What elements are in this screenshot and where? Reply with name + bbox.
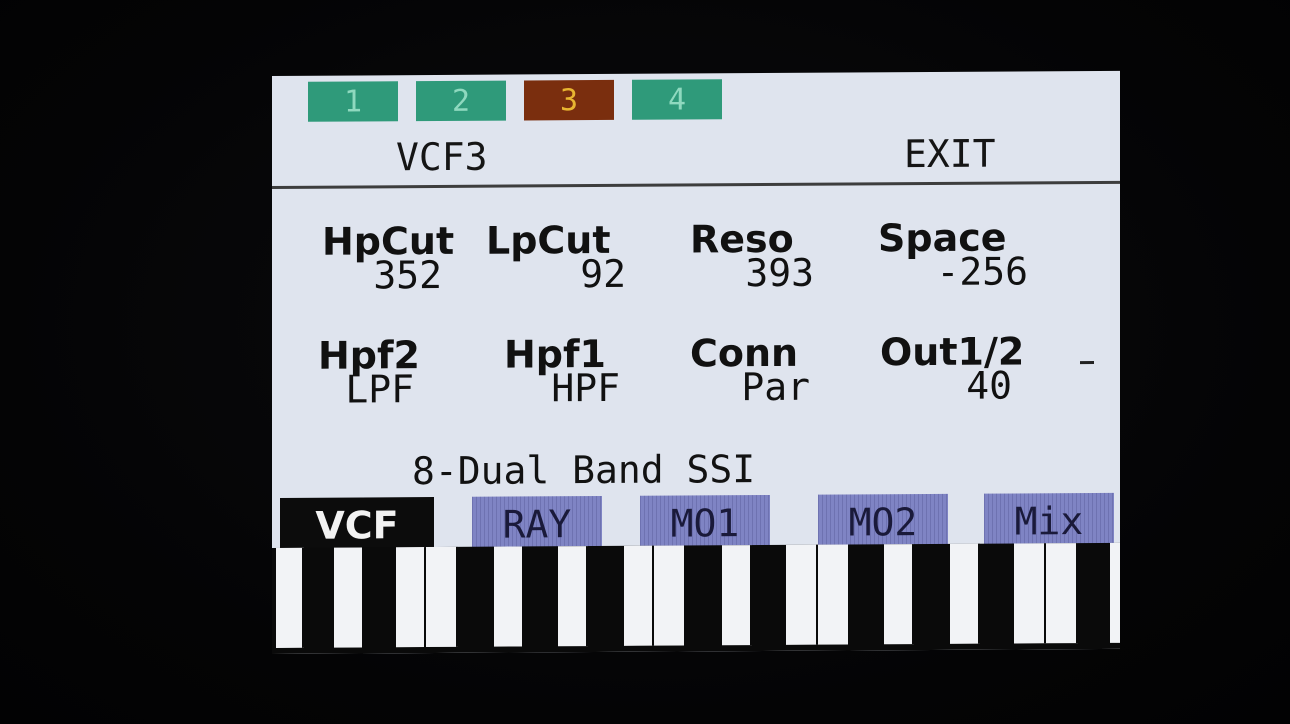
param-value: HPF <box>551 365 620 411</box>
piano-key[interactable] <box>722 545 752 646</box>
scroll-marker <box>1080 360 1094 365</box>
piano-key[interactable] <box>624 545 654 646</box>
tab-2[interactable]: 2 <box>416 80 506 122</box>
piano-key[interactable] <box>654 545 686 646</box>
algorithm-name: 8-Dual Band SSI <box>412 447 756 494</box>
param-label: Out1/2 <box>880 329 1025 375</box>
menu-label: RAY <box>502 502 572 547</box>
piano-key[interactable] <box>786 544 818 645</box>
piano-keyboard[interactable] <box>272 542 1120 654</box>
tab-2-label: 2 <box>451 83 471 119</box>
device-bezel: 1 2 3 4 VCF3 EXIT HpCut 352 LpCut 92 Res… <box>0 0 1290 724</box>
menu-button-mix[interactable]: Mix <box>984 492 1114 550</box>
menu-label: Mix <box>1014 499 1084 544</box>
tab-3-label: 3 <box>559 82 579 118</box>
piano-key[interactable] <box>396 547 426 648</box>
param-value: LPF <box>345 367 414 412</box>
param-label: LpCut <box>486 217 611 263</box>
menu-button-mo1[interactable]: MO1 <box>640 494 770 552</box>
param-value: 352 <box>373 252 442 298</box>
piano-key[interactable] <box>1046 543 1078 644</box>
menu-label: VCF <box>315 503 399 548</box>
lcd-screen: 1 2 3 4 VCF3 EXIT HpCut 352 LpCut 92 Res… <box>272 70 1120 654</box>
param-hpf2[interactable]: Hpf2 LPF <box>318 333 488 412</box>
piano-key[interactable] <box>950 543 980 644</box>
piano-key[interactable] <box>818 544 850 645</box>
tab-3[interactable]: 3 <box>524 79 614 121</box>
exit-button[interactable]: EXIT <box>904 132 996 177</box>
piano-key[interactable] <box>1014 543 1046 644</box>
piano-key[interactable] <box>494 546 524 647</box>
param-lpcut[interactable]: LpCut 92 <box>486 217 656 297</box>
param-value: 393 <box>745 250 814 296</box>
piano-key[interactable] <box>426 546 458 648</box>
menu-label: MO1 <box>670 501 740 546</box>
param-value: 92 <box>580 251 626 297</box>
menu-button-ray[interactable]: RAY <box>472 495 602 553</box>
piano-key[interactable] <box>558 546 588 647</box>
piano-key[interactable] <box>1110 542 1120 643</box>
page-title: VCF3 <box>396 134 488 180</box>
menu-label: MO2 <box>848 500 918 545</box>
param-reso[interactable]: Reso 393 <box>690 217 860 296</box>
param-value: Par <box>741 364 810 410</box>
param-value: -256 <box>936 249 1028 294</box>
piano-key[interactable] <box>884 544 914 645</box>
param-value: 40 <box>966 363 1012 408</box>
param-out12[interactable]: Out1/2 40 <box>880 329 1050 408</box>
menu-button-vcf[interactable]: VCF <box>280 497 434 554</box>
param-conn[interactable]: Conn Par <box>690 331 860 410</box>
tab-1[interactable]: 1 <box>308 81 398 122</box>
tab-4-label: 4 <box>667 81 687 118</box>
menu-button-mo2[interactable]: MO2 <box>818 493 948 551</box>
piano-key[interactable] <box>334 547 364 648</box>
piano-key[interactable] <box>276 547 304 648</box>
param-space[interactable]: Space -256 <box>878 216 1048 294</box>
param-hpcut[interactable]: HpCut 352 <box>322 219 492 298</box>
param-hpf1[interactable]: Hpf1 HPF <box>504 332 674 411</box>
header-divider <box>272 180 1120 189</box>
tab-4[interactable]: 4 <box>632 79 722 120</box>
tab-1-label: 1 <box>343 83 363 120</box>
